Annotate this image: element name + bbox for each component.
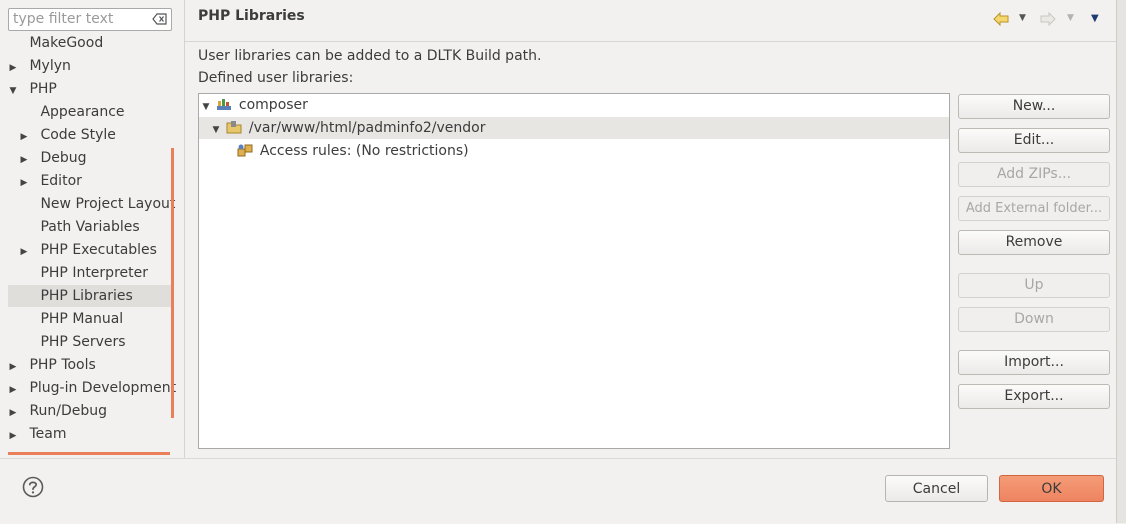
- collapse-arrow-icon[interactable]: ▼: [200, 96, 212, 118]
- expand-arrow-icon[interactable]: ▶: [19, 149, 29, 171]
- tree-item-php-libraries[interactable]: PHP Libraries: [8, 285, 171, 307]
- tree-item-label: Plug-in Development: [29, 380, 177, 396]
- help-icon[interactable]: [22, 476, 44, 498]
- library-row-vendor[interactable]: ▼ /var/www/html/padminfo2/vendor: [199, 117, 949, 139]
- tree-item-label: PHP Servers: [40, 334, 126, 350]
- user-libraries-tree[interactable]: ▼ composer ▼ /var/www/html/padminfo2/ven…: [198, 93, 950, 449]
- tree-item-mylyn[interactable]: ▶ Mylyn: [8, 55, 71, 77]
- tree-item-php-manual[interactable]: PHP Manual: [19, 308, 123, 330]
- clear-filter-icon[interactable]: [152, 12, 168, 26]
- up-button[interactable]: Up: [958, 273, 1110, 298]
- collapse-arrow-icon[interactable]: ▼: [8, 80, 18, 102]
- tree-item-label: PHP Tools: [29, 357, 96, 373]
- tree-item-team[interactable]: ▶ Team: [8, 423, 67, 447]
- tree-item-php-executables[interactable]: ▶ PHP Executables: [19, 239, 157, 261]
- expand-arrow-icon[interactable]: ▶: [19, 241, 29, 263]
- page-header: PHP Libraries ▼ ▼ ▼: [185, 0, 1116, 42]
- expand-arrow-icon[interactable]: ▶: [8, 402, 18, 424]
- tree-item-label: PHP Manual: [40, 311, 124, 327]
- expand-arrow-icon[interactable]: ▶: [8, 379, 18, 401]
- library-icon: [217, 99, 232, 110]
- tree-item-new-project-layout[interactable]: New Project Layout: [19, 193, 175, 215]
- tree-item-label: PHP Libraries: [40, 288, 133, 304]
- back-dropdown-icon[interactable]: ▼: [1019, 13, 1026, 23]
- tree-item-label: Run/Debug: [29, 403, 108, 419]
- expand-arrow-icon[interactable]: ▶: [8, 425, 18, 447]
- tree-item-makegood[interactable]: MakeGood: [8, 32, 103, 54]
- expand-arrow-icon[interactable]: ▶: [19, 172, 29, 194]
- tree-item-appearance[interactable]: Appearance: [19, 101, 125, 123]
- tree-item-label: PHP Executables: [40, 242, 157, 258]
- horizontal-scrollbar[interactable]: [8, 452, 170, 455]
- tree-item-label: Mylyn: [29, 58, 71, 74]
- tree-item-label: Code Style: [40, 127, 116, 143]
- ok-button[interactable]: OK: [999, 475, 1104, 502]
- vertical-scrollbar[interactable]: [171, 148, 174, 418]
- tree-item-run-debug[interactable]: ▶ Run/Debug: [8, 400, 108, 424]
- tree-item-label: New Project Layout: [40, 196, 176, 212]
- down-button[interactable]: Down: [958, 307, 1110, 332]
- tree-item-plugin-development[interactable]: ▶ Plug-in Development: [8, 377, 177, 401]
- page-title: PHP Libraries: [198, 8, 305, 24]
- back-icon[interactable]: [993, 12, 1009, 26]
- add-zips-button[interactable]: Add ZIPs...: [958, 162, 1110, 187]
- folder-jar-icon: [226, 121, 242, 134]
- dialog-button-bar: Cancel OK: [0, 458, 1116, 524]
- filter-input[interactable]: [9, 9, 149, 29]
- tree-item-label: Team: [29, 426, 67, 442]
- tree-item-label: MakeGood: [29, 35, 104, 51]
- tree-item-editor[interactable]: ▶ Editor: [19, 170, 82, 192]
- tree-item-php-servers[interactable]: PHP Servers: [19, 331, 126, 353]
- library-label: Access rules: (No restrictions): [259, 143, 469, 159]
- view-menu-icon[interactable]: ▼: [1091, 13, 1099, 24]
- page-description: User libraries can be added to a DLTK Bu…: [198, 48, 542, 64]
- expand-arrow-icon[interactable]: ▶: [8, 57, 18, 79]
- tree-item-label: Appearance: [40, 104, 125, 120]
- window-edge: [1116, 0, 1126, 523]
- tree-item-php[interactable]: ▼ PHP: [8, 78, 57, 100]
- tree-item-label: Path Variables: [40, 219, 140, 235]
- tree-item-label: PHP: [29, 81, 57, 97]
- add-external-folder-button[interactable]: Add External folder...: [958, 196, 1110, 221]
- defined-libraries-label: Defined user libraries:: [198, 70, 354, 86]
- tree-item-debug[interactable]: ▶ Debug: [19, 147, 87, 169]
- access-rules-icon: [237, 144, 253, 157]
- import-button[interactable]: Import...: [958, 350, 1110, 375]
- remove-button[interactable]: Remove: [958, 230, 1110, 255]
- edit-button[interactable]: Edit...: [958, 128, 1110, 153]
- library-label: /var/www/html/padminfo2/vendor: [248, 120, 486, 136]
- collapse-arrow-icon[interactable]: ▼: [210, 119, 222, 141]
- tree-item-label: Debug: [40, 150, 87, 166]
- tree-item-label: PHP Interpreter: [40, 265, 148, 281]
- filter-field[interactable]: [8, 8, 172, 31]
- tree-item-code-style[interactable]: ▶ Code Style: [19, 124, 116, 146]
- export-button[interactable]: Export...: [958, 384, 1110, 409]
- library-label: composer: [238, 97, 308, 113]
- tree-item-path-variables[interactable]: Path Variables: [19, 216, 140, 238]
- library-row-access-rules[interactable]: Access rules: (No restrictions): [233, 140, 469, 162]
- cancel-button[interactable]: Cancel: [885, 475, 988, 502]
- tree-item-php-tools[interactable]: ▶ PHP Tools: [8, 354, 96, 376]
- tree-item-label: Editor: [40, 173, 82, 189]
- preferences-tree-panel: MakeGood ▶ Mylyn ▼ PHP Appearance ▶ Code…: [0, 0, 184, 455]
- expand-arrow-icon[interactable]: ▶: [8, 356, 18, 378]
- tree-item-php-interpreter[interactable]: PHP Interpreter: [19, 262, 148, 284]
- new-button[interactable]: New...: [958, 94, 1110, 119]
- expand-arrow-icon[interactable]: ▶: [19, 126, 29, 148]
- library-row-composer[interactable]: ▼ composer: [200, 94, 308, 116]
- preference-page: PHP Libraries ▼ ▼ ▼ User libraries can b…: [185, 0, 1116, 458]
- forward-dropdown-icon: ▼: [1067, 13, 1074, 23]
- forward-icon: [1040, 12, 1056, 26]
